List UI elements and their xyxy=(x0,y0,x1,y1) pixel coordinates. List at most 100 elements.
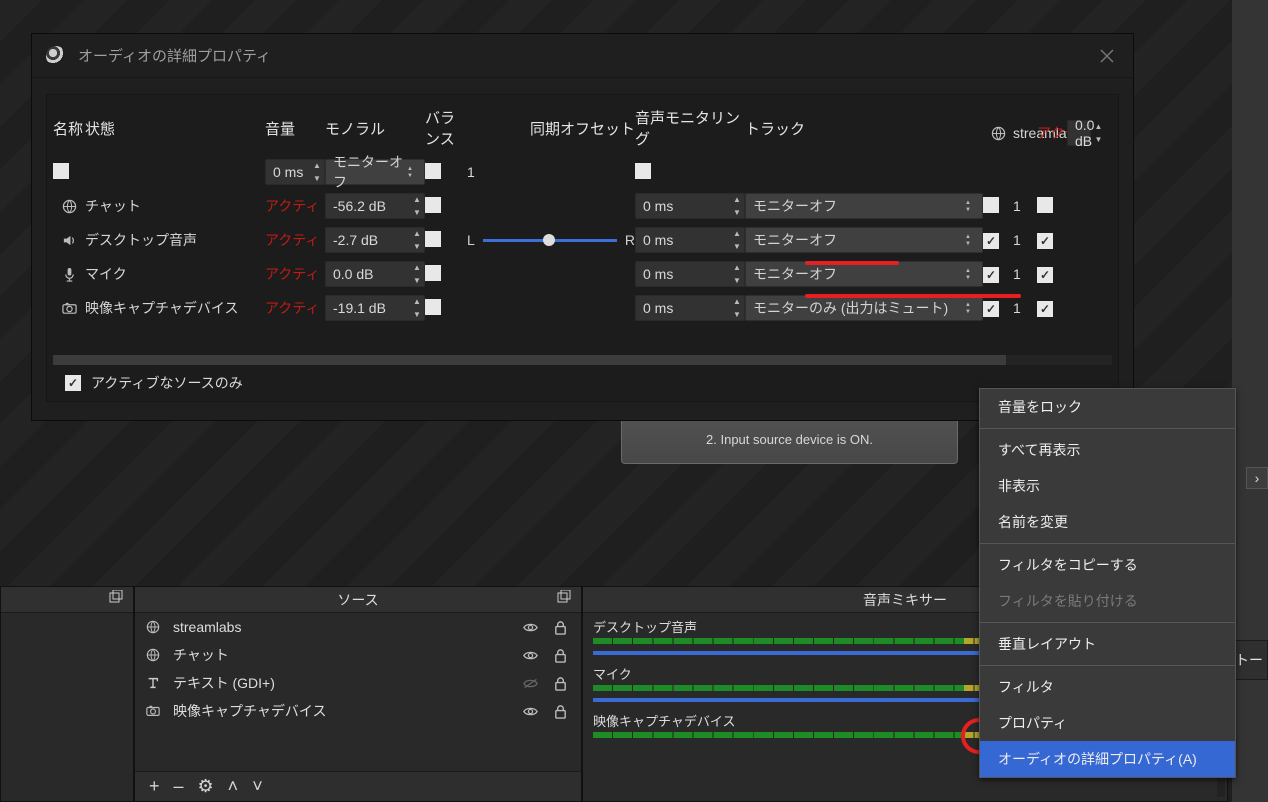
annotation-underline-2 xyxy=(805,294,1021,298)
active-sources-only-label: アクティブなソースのみ xyxy=(91,373,243,393)
checkbox[interactable] xyxy=(425,299,441,315)
monitoring-dropdown[interactable]: モニターオフ xyxy=(745,193,983,219)
source-name: デスクトップ音声 xyxy=(85,230,265,250)
volume-spinner[interactable]: 0 ms▲▼ xyxy=(635,295,745,321)
lock-toggle[interactable] xyxy=(553,648,571,663)
sources-toolbar: + – ⚙ ˄ ˅ xyxy=(135,771,581,801)
close-button[interactable] xyxy=(1095,44,1119,68)
context-menu-item: フィルタを貼り付ける xyxy=(980,583,1235,619)
context-menu-item[interactable]: 非表示 xyxy=(980,468,1235,504)
context-menu-item[interactable]: すべて再表示 xyxy=(980,432,1235,468)
context-menu-item[interactable]: フィルタ xyxy=(980,669,1235,705)
mixer-item-name: デスクトップ音声 xyxy=(593,617,697,636)
volume-spinner[interactable]: -56.2 dB▲▼ xyxy=(325,193,425,219)
panel-scenes xyxy=(0,586,134,802)
checkbox[interactable] xyxy=(983,301,999,317)
audio-advanced-properties-dialog: オーディオの詳細プロパティ 名称状態音量モノラルバランス同期オフセット音声モニタ… xyxy=(32,34,1133,420)
balance-slider[interactable]: LR xyxy=(467,232,635,248)
menu-separator xyxy=(980,428,1235,429)
menu-separator xyxy=(980,665,1235,666)
volume-spinner[interactable]: -2.7 dB▲▼ xyxy=(325,227,425,253)
globe-icon xyxy=(983,126,1013,141)
volume-spinner[interactable]: 0.0 dB▲▼ xyxy=(1067,120,1091,146)
track-label: 1 xyxy=(1013,300,1037,316)
monitoring-dropdown[interactable]: モニターオフ xyxy=(745,227,983,253)
volume-spinner[interactable]: 0 ms▲▼ xyxy=(265,159,325,185)
visibility-toggle[interactable] xyxy=(523,620,541,635)
dock-popout-icon[interactable] xyxy=(557,590,575,608)
horizontal-scrollbar[interactable] xyxy=(53,355,1112,365)
source-row[interactable]: streamlabs xyxy=(135,613,581,641)
context-menu-item[interactable]: フィルタをコピーする xyxy=(980,547,1235,583)
globe-icon xyxy=(145,648,161,662)
checkbox[interactable] xyxy=(983,197,999,213)
move-down-button[interactable]: ˅ xyxy=(252,776,263,797)
checkbox[interactable] xyxy=(983,267,999,283)
camera-icon xyxy=(53,301,85,316)
visibility-toggle[interactable] xyxy=(523,648,541,663)
context-menu-item[interactable]: 音量をロック xyxy=(980,389,1235,425)
monitoring-dropdown[interactable]: モニターのみ (出力はミュート) xyxy=(745,295,983,321)
context-menu-item[interactable]: 垂直レイアウト xyxy=(980,626,1235,662)
visibility-toggle[interactable] xyxy=(523,676,541,691)
volume-spinner[interactable]: 0 ms▲▼ xyxy=(635,193,745,219)
source-row-name: チャット xyxy=(173,645,511,665)
checkbox[interactable] xyxy=(1037,197,1053,213)
context-menu-item[interactable]: 名前を変更 xyxy=(980,504,1235,540)
source-row[interactable]: 映像キャプチャデバイス xyxy=(135,697,581,725)
visibility-toggle[interactable] xyxy=(523,704,541,719)
source-row[interactable]: テキスト (GDI+) xyxy=(135,669,581,697)
checkbox[interactable] xyxy=(425,231,441,247)
volume-spinner[interactable]: 0 ms▲▼ xyxy=(635,261,745,287)
dock-popout-icon[interactable] xyxy=(109,590,127,608)
track-label: 1 xyxy=(1013,198,1037,214)
volume-spinner[interactable]: 0.0 dB▲▼ xyxy=(325,261,425,287)
annotation-underline-1 xyxy=(805,261,899,265)
obs-logo-icon xyxy=(46,46,66,66)
right-sidebar-strip: › xyxy=(1232,0,1268,802)
source-name: 映像キャプチャデバイス xyxy=(85,298,265,318)
checkbox[interactable] xyxy=(1037,301,1053,317)
lock-toggle[interactable] xyxy=(553,620,571,635)
track-label: 1 xyxy=(467,164,635,180)
add-source-button[interactable]: + xyxy=(149,776,160,797)
camera-icon xyxy=(145,704,161,718)
move-up-button[interactable]: ˄ xyxy=(228,776,239,797)
speaker-icon xyxy=(53,233,85,248)
source-row-name: テキスト (GDI+) xyxy=(173,673,511,693)
source-status: アクティ xyxy=(1037,123,1067,143)
monitoring-dropdown[interactable]: モニターオフ xyxy=(325,159,425,185)
volume-spinner[interactable]: 0 ms▲▼ xyxy=(635,227,745,253)
mixer-context-menu: 音量をロックすべて再表示非表示名前を変更フィルタをコピーするフィルタを貼り付ける… xyxy=(979,388,1236,778)
sidebar-caret-button[interactable]: › xyxy=(1246,467,1268,489)
checkbox[interactable] xyxy=(635,163,651,179)
checkbox[interactable] xyxy=(1037,267,1053,283)
lock-toggle[interactable] xyxy=(553,704,571,719)
track-label: 1 xyxy=(1013,266,1037,282)
source-name: streamlabs xyxy=(1013,125,1037,141)
active-sources-only-checkbox[interactable] xyxy=(65,375,81,391)
checkbox[interactable] xyxy=(425,197,441,213)
volume-spinner[interactable]: -19.1 dB▲▼ xyxy=(325,295,425,321)
lock-toggle[interactable] xyxy=(553,676,571,691)
globe-icon xyxy=(145,620,161,634)
context-menu-item[interactable]: プロパティ xyxy=(980,705,1235,741)
checkbox[interactable] xyxy=(983,233,999,249)
checkbox[interactable] xyxy=(1037,233,1053,249)
menu-separator xyxy=(980,543,1235,544)
checkbox[interactable] xyxy=(53,163,69,179)
source-status: アクティ xyxy=(265,264,325,284)
text-icon xyxy=(145,676,161,690)
source-row[interactable]: チャット xyxy=(135,641,581,669)
checkbox[interactable] xyxy=(425,163,441,179)
source-status: アクティ xyxy=(265,298,325,318)
source-settings-button[interactable]: ⚙ xyxy=(198,776,214,797)
hint-tooltip: 2. Input source device is ON. xyxy=(621,414,958,464)
context-menu-item[interactable]: オーディオの詳細プロパティ(A) xyxy=(980,741,1235,777)
mic-icon xyxy=(53,267,85,282)
track-label: 1 xyxy=(1013,232,1037,248)
source-row-name: streamlabs xyxy=(173,619,511,635)
checkbox[interactable] xyxy=(425,265,441,281)
panel-scenes-title xyxy=(1,587,133,613)
remove-source-button[interactable]: – xyxy=(174,776,184,797)
